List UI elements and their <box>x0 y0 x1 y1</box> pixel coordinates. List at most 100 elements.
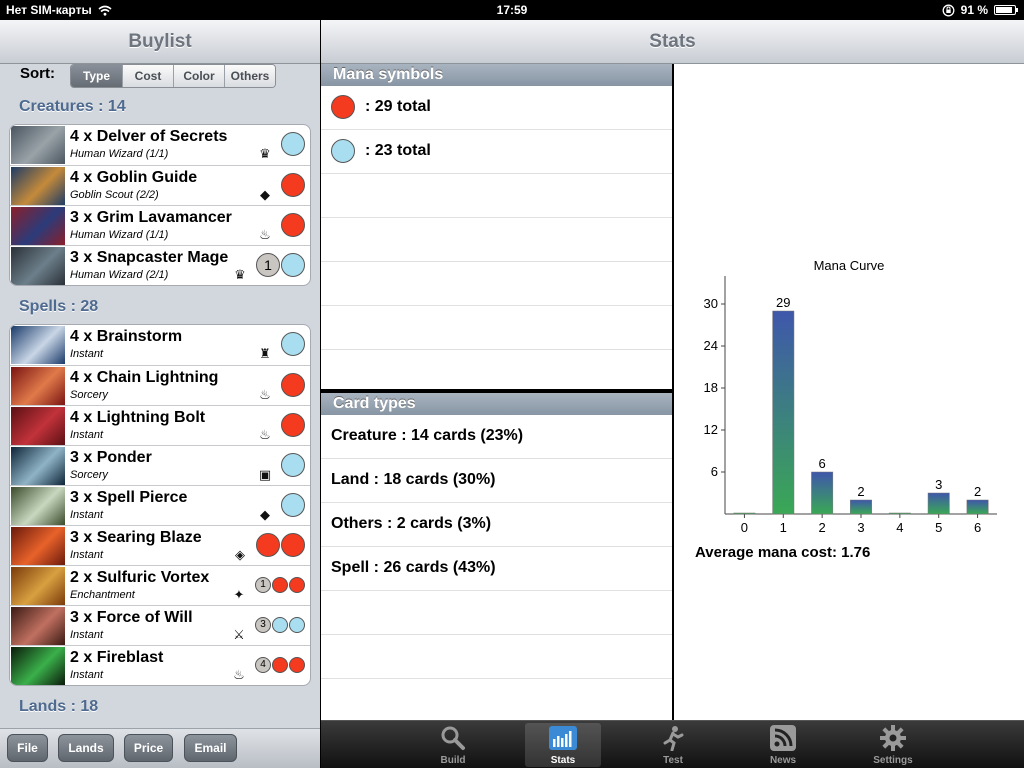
sort-bar: Sort: Type Cost Color Others <box>0 64 320 88</box>
m12-set-icon: ♨ <box>259 387 271 402</box>
card-name: 3 x Grim Lavamancer <box>70 209 232 226</box>
card-list: 4 x Brainstorm Instant ♜ 4 x Chain Lightnin… <box>9 324 311 686</box>
average-mana-cost: Average mana cost: 1.76 <box>695 544 871 561</box>
blue-mana-icon <box>281 253 305 277</box>
card-type: Instant <box>70 429 104 441</box>
card-row[interactable]: 3 x Snapcaster Mage Human Wizard (2/1) ♛ 1 <box>10 245 310 285</box>
red-mana-icon <box>272 657 288 673</box>
bar <box>733 512 756 515</box>
generic-mana-icon: 3 <box>255 617 271 633</box>
tab-news[interactable]: News <box>745 723 821 767</box>
scourge-set-icon: ✦ <box>233 587 245 602</box>
card-row[interactable]: 3 x Ponder Sorcery ▣ <box>10 445 310 485</box>
red-mana-icon <box>256 533 280 557</box>
stats-pane: Stats Mana symbols : 29 total: 23 total … <box>321 20 1024 720</box>
card-type-row: Creature : 14 cards (23%) <box>321 415 672 459</box>
section-header: Creatures : 14 <box>19 98 126 115</box>
tab-stats[interactable]: Stats <box>525 723 601 767</box>
empty-row <box>321 262 672 306</box>
red-mana-icon <box>272 577 288 593</box>
bar <box>888 512 911 515</box>
m12-set-icon: ♨ <box>233 667 245 682</box>
card-row[interactable]: 2 x Sulfuric Vortex Enchantment ✦ 1 <box>10 565 310 605</box>
card-art-thumbnail <box>11 167 65 205</box>
card-name: 3 x Searing Blaze <box>70 529 202 546</box>
empty-row <box>321 174 672 218</box>
card-art-thumbnail <box>11 326 65 364</box>
sort-option-color[interactable]: Color <box>173 65 224 87</box>
card-type-stat: Creature : 14 cards (23%) <box>331 427 524 444</box>
x-tick-label: 1 <box>780 520 787 535</box>
card-type-stat: Land : 18 cards (30%) <box>331 471 496 488</box>
x-tick-label: 4 <box>896 520 903 535</box>
card-row[interactable]: 3 x Grim Lavamancer Human Wizard (1/1) ♨ <box>10 205 310 245</box>
sort-option-cost[interactable]: Cost <box>122 65 173 87</box>
card-row[interactable]: 3 x Spell Pierce Instant ◆ <box>10 485 310 525</box>
tab-bar: Build Stats Test News Settings <box>321 720 1024 768</box>
tab-label: Build <box>440 755 466 766</box>
card-art-thumbnail <box>11 567 65 605</box>
card-row[interactable]: 4 x Chain Lightning Sorcery ♨ <box>10 365 310 405</box>
price-button[interactable]: Price <box>124 734 173 762</box>
card-name: 4 x Chain Lightning <box>70 369 219 386</box>
mana-cost <box>281 332 305 356</box>
rss-icon <box>745 723 821 753</box>
empty-row <box>321 218 672 262</box>
tab-label: News <box>769 755 797 766</box>
innistrad-set-icon: ♛ <box>234 267 246 282</box>
card-name: 2 x Fireblast <box>70 649 164 666</box>
mana-cost <box>281 213 305 237</box>
card-art-thumbnail <box>11 647 65 685</box>
card-type: Sorcery <box>70 469 108 481</box>
mana-cost <box>281 173 305 197</box>
card-type-row: Others : 2 cards (3%) <box>321 503 672 547</box>
tab-test[interactable]: Test <box>635 723 711 767</box>
tab-build[interactable]: Build <box>415 723 491 767</box>
mana-cost <box>281 132 305 156</box>
generic-mana-icon: 4 <box>255 657 271 673</box>
card-name: 4 x Lightning Bolt <box>70 409 206 426</box>
file-button[interactable]: File <box>7 734 48 762</box>
red-mana-icon <box>281 173 305 197</box>
search-icon <box>415 723 491 753</box>
card-row[interactable]: 4 x Goblin Guide Goblin Scout (2/2) ◆ <box>10 165 310 205</box>
bar <box>772 310 795 515</box>
card-name: 3 x Snapcaster Mage <box>70 249 229 266</box>
card-type: Enchantment <box>70 589 135 601</box>
data-label: 2 <box>857 484 864 499</box>
runner-icon <box>635 723 711 753</box>
bar <box>850 499 872 515</box>
mana-curve-chart: Mana Curve 6 12 18 24 30 0 1 29 2 6 3 2 4 5 3 6 2 Averag… <box>674 64 1024 720</box>
mana-cost <box>281 493 305 517</box>
mana-cost: 1 <box>255 573 305 593</box>
card-row[interactable]: 4 x Brainstorm Instant ♜ <box>10 325 310 365</box>
sort-label: Sort: <box>20 65 55 82</box>
email-button[interactable]: Email <box>184 734 237 762</box>
m12-set-icon: ♨ <box>259 227 271 242</box>
sort-option-type[interactable]: Type <box>71 65 122 87</box>
status-bar: Нет SIM-карты 17:59 91 % <box>0 0 1024 20</box>
card-row[interactable]: 4 x Delver of Secrets Human Wizard (1/1) ♛ <box>10 125 310 165</box>
card-art-thumbnail <box>11 487 65 525</box>
card-list: 4 x Delver of Secrets Human Wizard (1/1) ♛… <box>9 124 311 286</box>
card-name: 3 x Spell Pierce <box>70 489 188 506</box>
generic-mana-icon: 1 <box>255 577 271 593</box>
alliances-set-icon: ⚔ <box>233 627 245 642</box>
red-mana-icon <box>281 373 305 397</box>
card-row[interactable]: 4 x Lightning Bolt Instant ♨ <box>10 405 310 445</box>
card-row[interactable]: 3 x Searing Blaze Instant ◈ <box>10 525 310 565</box>
tab-settings[interactable]: Settings <box>855 723 931 767</box>
lands-button[interactable]: Lands <box>58 734 114 762</box>
section-header: Spells : 28 <box>19 298 99 315</box>
card-row[interactable]: 3 x Force of Will Instant ⚔ 3 <box>10 605 310 645</box>
sort-option-others[interactable]: Others <box>224 65 275 87</box>
card-art-thumbnail <box>11 207 65 245</box>
card-types-panel: Card types Creature : 14 cards (23%) Land… <box>321 393 672 720</box>
card-art-thumbnail <box>11 367 65 405</box>
card-name: 3 x Force of Will <box>70 609 193 626</box>
bar <box>811 471 834 515</box>
card-row[interactable]: 2 x Fireblast Instant ♨ 4 <box>10 645 310 685</box>
card-type: Instant <box>70 509 104 521</box>
tab-label: Stats <box>550 755 576 766</box>
y-tick-label: 30 <box>704 296 718 311</box>
